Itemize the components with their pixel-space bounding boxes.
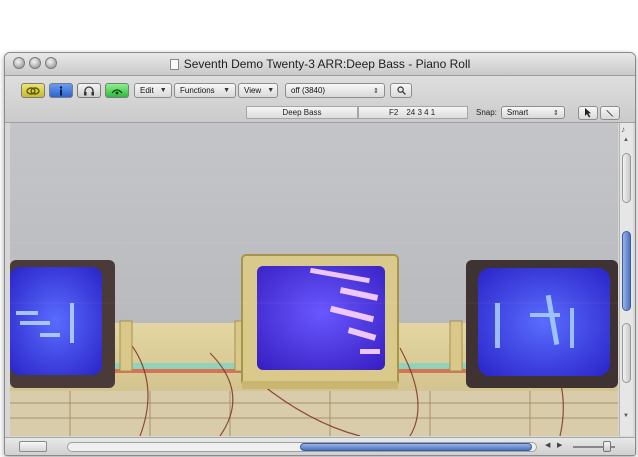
updown-arrows-icon: ⇕ — [373, 87, 379, 95]
vertical-scroll-track-upper — [622, 153, 631, 203]
vertical-scroll-track-lower — [622, 323, 631, 383]
triangle-right-icon[interactable]: ▶ — [557, 441, 562, 449]
triangle-up-icon[interactable]: ▲ — [623, 137, 629, 143]
split-view-button[interactable] — [19, 441, 47, 452]
zoom-slider-thumb[interactable] — [603, 441, 611, 452]
chevron-down-icon: ▼ — [223, 87, 230, 94]
triangle-left-icon[interactable]: ◀ — [545, 441, 550, 449]
quantize-value: off (3840) — [291, 86, 326, 95]
close-window-button[interactable] — [13, 57, 25, 69]
pencil-icon — [606, 109, 614, 117]
pencil-tool-button[interactable] — [600, 106, 620, 120]
functions-menu[interactable]: Functions ▼ — [174, 83, 236, 98]
vertical-scrollbar[interactable]: ♪ ▲ ▼ — [619, 123, 633, 436]
position-display: F2 24 3 4 1 — [358, 106, 468, 119]
chevron-down-icon: ▼ — [159, 87, 167, 94]
midi-out-icon — [111, 88, 123, 94]
zoom-window-button[interactable] — [45, 57, 57, 69]
triangle-down-icon[interactable]: ▼ — [623, 413, 629, 419]
snap-value: Smart — [506, 108, 529, 117]
snap-select[interactable]: Smart ⇕ — [500, 106, 565, 119]
quantize-select[interactable]: off (3840) ⇕ — [285, 83, 385, 98]
note-icon: ♪ — [621, 125, 625, 134]
chain-link-icon — [26, 86, 40, 95]
snap-label: Snap: — [476, 108, 497, 117]
note-pitch: F2 — [389, 108, 399, 117]
search-button[interactable] — [390, 83, 412, 98]
headphone-icon — [84, 85, 94, 95]
piano-roll-content[interactable] — [10, 123, 618, 436]
title-bar: Seventh Demo Twenty-3 ARR:Deep Bass - Pi… — [5, 53, 635, 76]
minimize-window-button[interactable] — [29, 57, 41, 69]
arrow-pointer-icon — [585, 108, 591, 118]
horizontal-scroll-thumb[interactable] — [300, 443, 532, 451]
midi-out-button[interactable] — [105, 83, 129, 98]
functions-menu-label: Functions — [180, 86, 215, 95]
window-title-container: Seventh Demo Twenty-3 ARR:Deep Bass - Pi… — [155, 56, 485, 72]
toolbar: Edit ▼ Functions ▼ View ▼ off (3840) ⇕ D… — [5, 76, 635, 123]
piano-roll-window: Seventh Demo Twenty-3 ARR:Deep Bass - Pi… — [4, 52, 636, 456]
region-name: Deep Bass — [282, 108, 322, 117]
midi-in-button[interactable] — [77, 83, 101, 98]
updown-arrows-icon: ⇕ — [553, 109, 559, 117]
view-menu[interactable]: View ▼ — [238, 83, 278, 98]
video-frame-image — [10, 123, 618, 436]
vertical-scroll-thumb[interactable] — [622, 231, 631, 311]
edit-menu-label: Edit — [140, 86, 154, 95]
catch-button[interactable] — [21, 83, 45, 98]
document-icon — [169, 58, 179, 70]
horizontal-scroll-track[interactable] — [67, 442, 537, 452]
info-icon — [59, 85, 63, 95]
chevron-down-icon: ▼ — [267, 87, 275, 94]
view-menu-label: View — [244, 86, 262, 95]
snap-control: Snap: Smart ⇕ — [468, 106, 568, 119]
link-button[interactable] — [49, 83, 73, 98]
region-name-field: Deep Bass — [246, 106, 358, 119]
position-value: 24 3 4 1 — [406, 108, 436, 117]
pointer-tool-button[interactable] — [578, 106, 598, 120]
magnifier-icon — [396, 86, 406, 95]
window-title: Seventh Demo Twenty-3 ARR:Deep Bass - Pi… — [183, 57, 471, 71]
bottom-scroll-bar: ◀ ▶ — [5, 437, 635, 455]
edit-menu[interactable]: Edit ▼ — [134, 83, 172, 98]
